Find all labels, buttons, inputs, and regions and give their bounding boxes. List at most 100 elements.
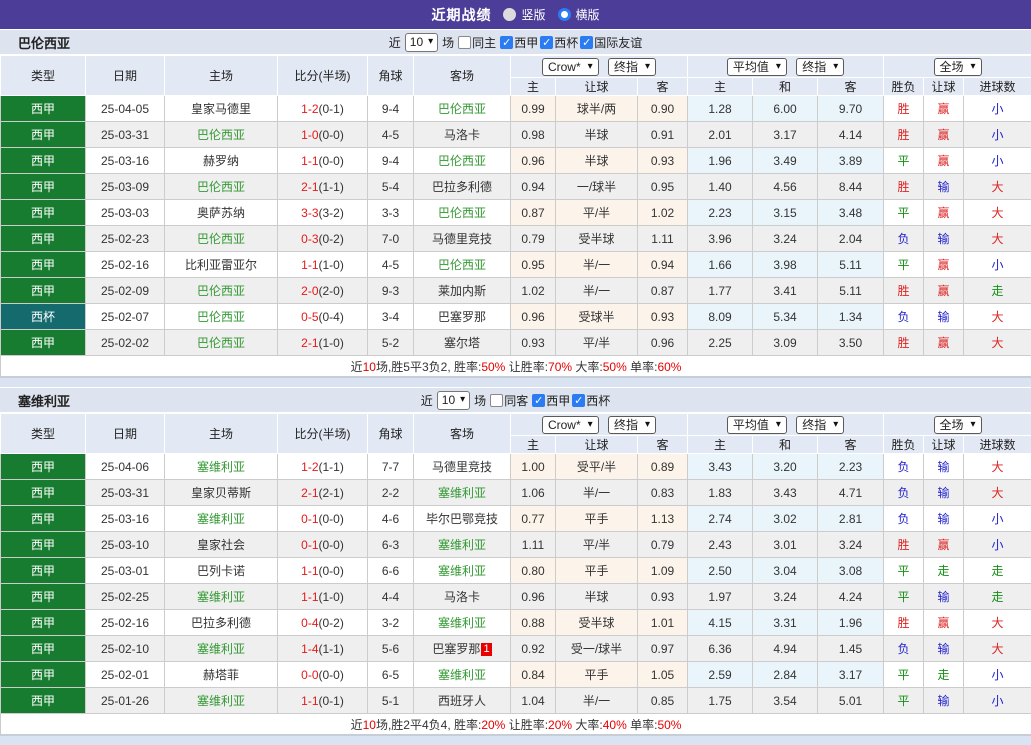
recent-label: 近	[389, 34, 401, 51]
away-team[interactable]: 毕尔巴鄂竞技	[414, 506, 511, 532]
league-filter[interactable]: ✓西杯	[540, 34, 578, 51]
match-date: 25-03-10	[86, 532, 165, 558]
away-team[interactable]: 马德里竞技	[414, 454, 511, 480]
home-team[interactable]: 塞维利亚	[165, 688, 278, 714]
same-side-label: 同主	[472, 34, 496, 51]
average-group-header: 平均值▾ 终指▾	[688, 414, 884, 436]
home-team[interactable]: 巴伦西亚	[165, 226, 278, 252]
league-filter[interactable]: ✓西杯	[572, 392, 610, 409]
away-team[interactable]: 巴塞罗那1	[414, 636, 511, 662]
same-side-checkbox[interactable]	[458, 36, 471, 49]
half-time-score: (0-0)	[319, 128, 344, 142]
away-team[interactable]: 西班牙人	[414, 688, 511, 714]
same-side-filter[interactable]: 同主	[458, 34, 496, 51]
home-team[interactable]: 塞维利亚	[165, 454, 278, 480]
league-checkbox[interactable]: ✓	[540, 36, 553, 49]
away-team[interactable]: 马德里竞技	[414, 226, 511, 252]
half-time-score: (1-1)	[319, 180, 344, 194]
handicap-result: 赢	[924, 200, 964, 226]
league-checkbox[interactable]: ✓	[572, 394, 585, 407]
league-filter[interactable]: ✓国际友谊	[580, 34, 642, 51]
same-side-filter[interactable]: 同客	[490, 392, 528, 409]
handicap: 半球	[556, 122, 638, 148]
avg-away: 4.14	[818, 122, 884, 148]
avg-away: 3.48	[818, 200, 884, 226]
layout-radio-vertical[interactable]: 竖版	[503, 6, 545, 23]
full-match-select[interactable]: 全场▾	[934, 58, 982, 76]
handicap: 半球	[556, 584, 638, 610]
away-team[interactable]: 塞维利亚	[414, 480, 511, 506]
handicap: 受半球	[556, 226, 638, 252]
average-select[interactable]: 平均值▾	[727, 58, 787, 76]
away-team[interactable]: 巴伦西亚	[414, 200, 511, 226]
avg-draw: 3.04	[753, 558, 818, 584]
final-odds-select[interactable]: 终指▾	[796, 416, 844, 434]
away-team[interactable]: 塞维利亚	[414, 532, 511, 558]
home-team[interactable]: 赫塔菲	[165, 662, 278, 688]
radio-unselected-icon[interactable]	[503, 8, 516, 21]
average-select[interactable]: 平均值▾	[727, 416, 787, 434]
away-team[interactable]: 巴伦西亚	[414, 96, 511, 122]
away-team[interactable]: 巴伦西亚	[414, 252, 511, 278]
bookmaker-select[interactable]: Crow*▾	[542, 58, 599, 76]
league-filter[interactable]: ✓西甲	[532, 392, 570, 409]
col-header-away: 客场	[414, 414, 511, 454]
home-team[interactable]: 巴伦西亚	[165, 278, 278, 304]
away-team[interactable]: 塞维利亚	[414, 558, 511, 584]
away-team[interactable]: 马洛卡	[414, 122, 511, 148]
home-team[interactable]: 塞维利亚	[165, 506, 278, 532]
league-badge: 西甲	[1, 636, 86, 662]
bookmaker-select[interactable]: Crow*▾	[542, 416, 599, 434]
home-team[interactable]: 比利亚雷亚尔	[165, 252, 278, 278]
chevron-down-icon: ▾	[833, 420, 838, 430]
corners: 5-1	[368, 688, 414, 714]
odds-home: 1.02	[511, 278, 556, 304]
home-team[interactable]: 塞维利亚	[165, 584, 278, 610]
away-team[interactable]: 塞尔塔	[414, 330, 511, 356]
home-team[interactable]: 巴列卡诺	[165, 558, 278, 584]
home-team[interactable]: 巴拉多利德	[165, 610, 278, 636]
home-team[interactable]: 巴伦西亚	[165, 122, 278, 148]
away-team[interactable]: 莱加内斯	[414, 278, 511, 304]
match-row: 西甲25-03-16赫罗纳1-1(0-0)9-4巴伦西亚0.96半球0.931.…	[1, 148, 1031, 174]
match-count-select[interactable]: 10 ▾	[437, 391, 470, 410]
final-odds-select[interactable]: 终指▾	[608, 416, 656, 434]
home-team[interactable]: 塞维利亚	[165, 636, 278, 662]
handicap-result: 输	[924, 226, 964, 252]
chevron-down-icon: ▾	[588, 420, 593, 430]
filter-bar: 近 10 ▾ 场 同主 ✓西甲✓西杯✓国际友谊	[0, 33, 1031, 52]
away-team[interactable]: 巴塞罗那	[414, 304, 511, 330]
home-team[interactable]: 巴伦西亚	[165, 330, 278, 356]
home-team[interactable]: 皇家贝蒂斯	[165, 480, 278, 506]
radio-selected-icon[interactable]	[558, 8, 571, 21]
corners: 9-3	[368, 278, 414, 304]
away-team[interactable]: 巴拉多利德	[414, 174, 511, 200]
score: 3-3(3-2)	[278, 200, 368, 226]
away-team[interactable]: 马洛卡	[414, 584, 511, 610]
avg-draw: 3.41	[753, 278, 818, 304]
match-date: 25-02-02	[86, 330, 165, 356]
league-checkbox[interactable]: ✓	[500, 36, 513, 49]
match-row: 西甲25-03-31巴伦西亚1-0(0-0)4-5马洛卡0.98半球0.912.…	[1, 122, 1031, 148]
match-count-select[interactable]: 10 ▾	[405, 33, 438, 52]
home-team[interactable]: 巴伦西亚	[165, 304, 278, 330]
final-odds-select[interactable]: 终指▾	[608, 58, 656, 76]
away-team[interactable]: 塞维利亚	[414, 662, 511, 688]
layout-radio-horizontal[interactable]: 横版	[558, 6, 600, 23]
home-team[interactable]: 奥萨苏纳	[165, 200, 278, 226]
summary-segment: 20%	[548, 718, 572, 732]
final-odds-select[interactable]: 终指▾	[796, 58, 844, 76]
full-match-group-header: 全场▾	[884, 56, 1031, 78]
away-team[interactable]: 巴伦西亚	[414, 148, 511, 174]
league-filter[interactable]: ✓西甲	[500, 34, 538, 51]
summary-segment: 让胜率:	[505, 360, 548, 374]
full-match-select[interactable]: 全场▾	[934, 416, 982, 434]
league-checkbox[interactable]: ✓	[580, 36, 593, 49]
away-team[interactable]: 塞维利亚	[414, 610, 511, 636]
same-side-checkbox[interactable]	[490, 394, 503, 407]
home-team[interactable]: 巴伦西亚	[165, 174, 278, 200]
home-team[interactable]: 皇家马德里	[165, 96, 278, 122]
home-team[interactable]: 赫罗纳	[165, 148, 278, 174]
league-checkbox[interactable]: ✓	[532, 394, 545, 407]
home-team[interactable]: 皇家社会	[165, 532, 278, 558]
